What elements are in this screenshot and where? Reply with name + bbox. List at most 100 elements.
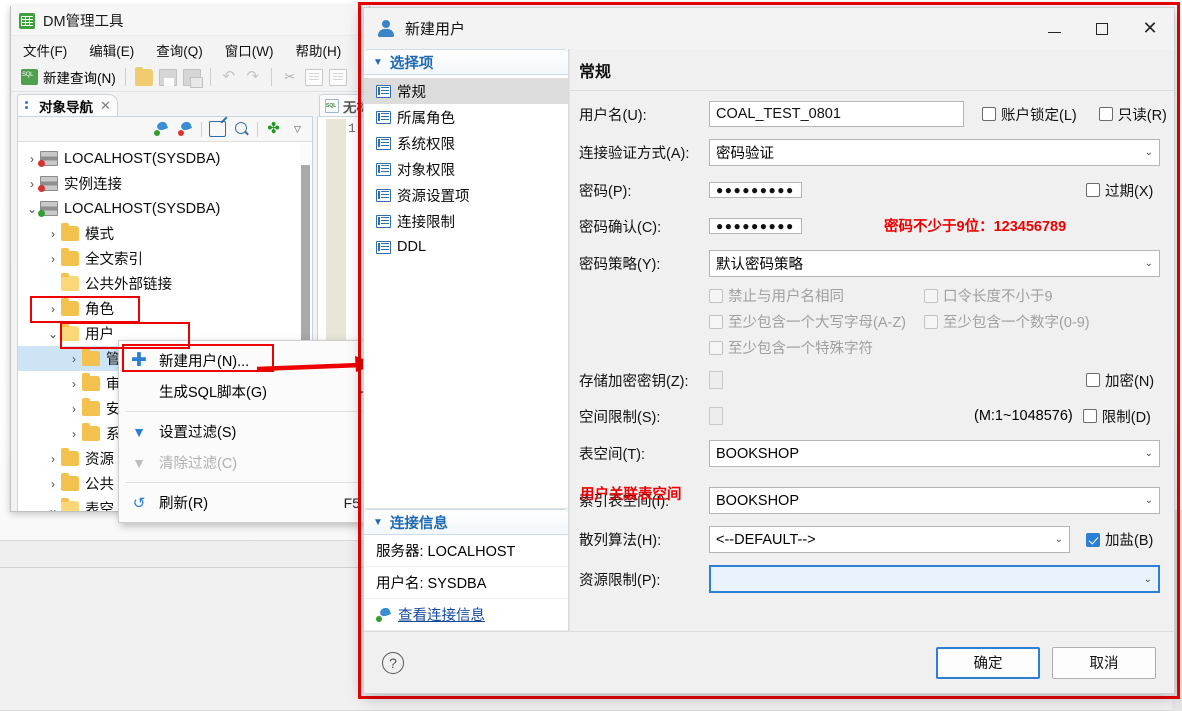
menu-window[interactable]: 窗口(W) <box>223 38 276 62</box>
tablespace-combo[interactable]: BOOKSHOP ⌄ <box>709 440 1160 467</box>
policy-option-digit[interactable]: 至少包含一个数字(0-9) <box>924 311 1090 332</box>
help-icon[interactable]: ? <box>382 651 404 674</box>
close-icon[interactable]: ✕ <box>100 98 111 114</box>
sidebar-item-3[interactable]: 系统权限 <box>364 130 568 156</box>
save-as-icon[interactable] <box>182 68 203 88</box>
space-limit-input[interactable] <box>709 407 723 425</box>
menubar: 文件(F) 编辑(E) 查询(Q) 窗口(W) 帮助(H) <box>11 36 369 63</box>
folder-icon <box>61 448 79 466</box>
dialog-titlebar[interactable]: 新建用户 ✕ <box>364 8 1174 49</box>
policy-option-label: 禁止与用户名相同 <box>728 289 844 305</box>
tree-item[interactable]: ⌄ LOCALHOST(SYSDBA) <box>18 196 312 221</box>
list-page-icon <box>376 188 391 202</box>
sidebar-item-5[interactable]: 资源设置项 <box>364 182 568 208</box>
index-tablespace-combo[interactable]: BOOKSHOP ⌄ <box>709 487 1160 514</box>
password-input[interactable]: ●●●●●●●●● <box>709 182 802 198</box>
sidebar-item-7[interactable]: DDL <box>364 234 568 260</box>
menu-separator <box>125 411 366 412</box>
minimize-button[interactable] <box>1030 8 1078 49</box>
tree-item[interactable]: › 模式 <box>18 221 312 246</box>
menu-query[interactable]: 查询(Q) <box>154 38 205 62</box>
tree-context-menu[interactable]: ✚ 新建用户(N)... 生成SQL脚本(G) ▸ ▼ 设置过滤(S) ▼ 清除过滤(C) ↺ 刷… <box>118 340 373 523</box>
connection-info-header[interactable]: ▼ 连接信息 <box>364 509 568 535</box>
username-input[interactable] <box>709 101 964 127</box>
sidebar-item-6[interactable]: 连接限制 <box>364 208 568 234</box>
tree-item[interactable]: › 角色 <box>18 296 312 321</box>
chevron-right-icon[interactable]: › <box>66 402 82 416</box>
folder-icon <box>82 348 100 366</box>
collapse-all-icon[interactable]: ✤ <box>265 121 282 137</box>
folder-icon <box>82 373 100 391</box>
policy-option-min-length[interactable]: 口令长度不小于9 <box>924 285 1053 306</box>
chevron-right-icon[interactable]: › <box>45 452 61 466</box>
tree-item-label: LOCALHOST(SYSDBA) <box>64 150 221 167</box>
chevron-right-icon[interactable]: › <box>45 227 61 241</box>
search-icon[interactable] <box>233 121 250 137</box>
context-menu-item[interactable]: ▼ 设置过滤(S) <box>119 416 372 447</box>
chevron-right-icon[interactable]: › <box>66 352 82 366</box>
password-confirm-input[interactable]: ●●●●●●●●● <box>709 218 802 234</box>
space-limit-checkbox[interactable]: 限制(D) <box>1082 406 1151 427</box>
chevron-right-icon[interactable]: › <box>66 427 82 441</box>
auth-method-combo[interactable]: 密码验证 ⌄ <box>709 139 1160 166</box>
menu-edit[interactable]: 编辑(E) <box>87 38 136 62</box>
password-expired-checkbox[interactable]: 过期(X) <box>1086 180 1160 201</box>
disconnect-icon[interactable] <box>177 121 194 137</box>
copy-icon[interactable] <box>304 68 323 86</box>
sidebar-item-list[interactable]: 常规 所属角色 系统权限 对象权限 资源设置项 连接限制 DDL <box>364 75 568 260</box>
tab-object-navigator[interactable]: 对象导航 ✕ <box>17 94 118 116</box>
view-connection-info-link-row[interactable]: 查看连接信息 <box>364 599 568 631</box>
undo-icon[interactable]: ↶ <box>220 68 238 86</box>
tree-item[interactable]: › 实例连接 <box>18 171 312 196</box>
view-connection-info-link[interactable]: 查看连接信息 <box>398 604 485 625</box>
encryption-key-input[interactable] <box>709 371 723 389</box>
policy-option-uppercase[interactable]: 至少包含一个大写字母(A-Z) <box>709 311 924 332</box>
paste-icon[interactable] <box>328 68 347 86</box>
context-menu-item[interactable]: 生成SQL脚本(G) ▸ <box>119 376 372 407</box>
chevron-right-icon[interactable]: › <box>45 252 61 266</box>
new-query-button[interactable]: 新建查询(N) <box>21 67 116 87</box>
redo-icon[interactable]: ↷ <box>244 68 262 86</box>
save-icon[interactable] <box>158 68 177 86</box>
tree-scrollbar-thumb[interactable] <box>301 165 310 341</box>
context-menu-item[interactable]: ✚ 新建用户(N)... <box>119 345 372 376</box>
edit-icon[interactable] <box>209 121 226 137</box>
space-limit-hint: (M:1~1048576) <box>974 408 1073 424</box>
sidebar-item-1[interactable]: 常规 <box>364 78 568 104</box>
policy-option-no-same-as-username[interactable]: 禁止与用户名相同 <box>709 285 924 306</box>
connect-icon[interactable] <box>153 121 170 137</box>
open-folder-icon[interactable] <box>134 66 153 86</box>
checkbox-box <box>709 314 723 329</box>
policy-option-special-char[interactable]: 至少包含一个特殊字符 <box>709 337 924 358</box>
sidebar-section-header[interactable]: ▼ 选择项 <box>364 49 568 75</box>
tree-item-label: 模式 <box>85 227 114 243</box>
tree-item[interactable]: › 全文索引 <box>18 246 312 271</box>
cancel-button[interactable]: 取消 <box>1052 646 1156 679</box>
chevron-right-icon[interactable]: › <box>66 377 82 391</box>
readonly-checkbox[interactable]: 只读(R) <box>1098 104 1167 125</box>
password-policy-combo[interactable]: 默认密码策略 ⌄ <box>709 250 1160 277</box>
sql-file-icon <box>325 98 339 113</box>
navigator-toolbar-separator <box>201 121 202 137</box>
view-menu-icon[interactable]: ▽ <box>289 121 306 137</box>
sidebar-item-2[interactable]: 所属角色 <box>364 104 568 130</box>
chevron-right-icon[interactable]: › <box>45 302 61 316</box>
chevron-down-icon[interactable]: ⌄ <box>45 502 61 512</box>
resource-limit-combo[interactable]: ⌄ <box>709 565 1160 593</box>
ok-button[interactable]: 确定 <box>936 646 1040 679</box>
menu-help[interactable]: 帮助(H) <box>293 38 343 62</box>
tree-item[interactable]: › LOCALHOST(SYSDBA) <box>18 146 312 171</box>
sidebar-item-4[interactable]: 对象权限 <box>364 156 568 182</box>
tree-item[interactable]: 公共外部链接 <box>18 271 312 296</box>
chevron-right-icon[interactable]: › <box>45 477 61 491</box>
maximize-button[interactable] <box>1078 8 1126 49</box>
salt-checkbox[interactable]: 加盐(B) <box>1086 529 1160 550</box>
account-lock-checkbox[interactable]: 账户锁定(L) <box>982 104 1077 125</box>
encrypt-checkbox[interactable]: 加密(N) <box>1086 370 1160 391</box>
context-menu-item[interactable]: ↺ 刷新(R) F5 <box>119 487 372 518</box>
chevron-down-icon[interactable]: ⌄ <box>45 327 61 341</box>
close-button[interactable]: ✕ <box>1126 8 1174 49</box>
menu-file[interactable]: 文件(F) <box>21 38 69 62</box>
cut-icon[interactable]: ✂ <box>281 69 299 86</box>
hash-algorithm-combo[interactable]: <--DEFAULT--> ⌄ <box>709 526 1070 553</box>
